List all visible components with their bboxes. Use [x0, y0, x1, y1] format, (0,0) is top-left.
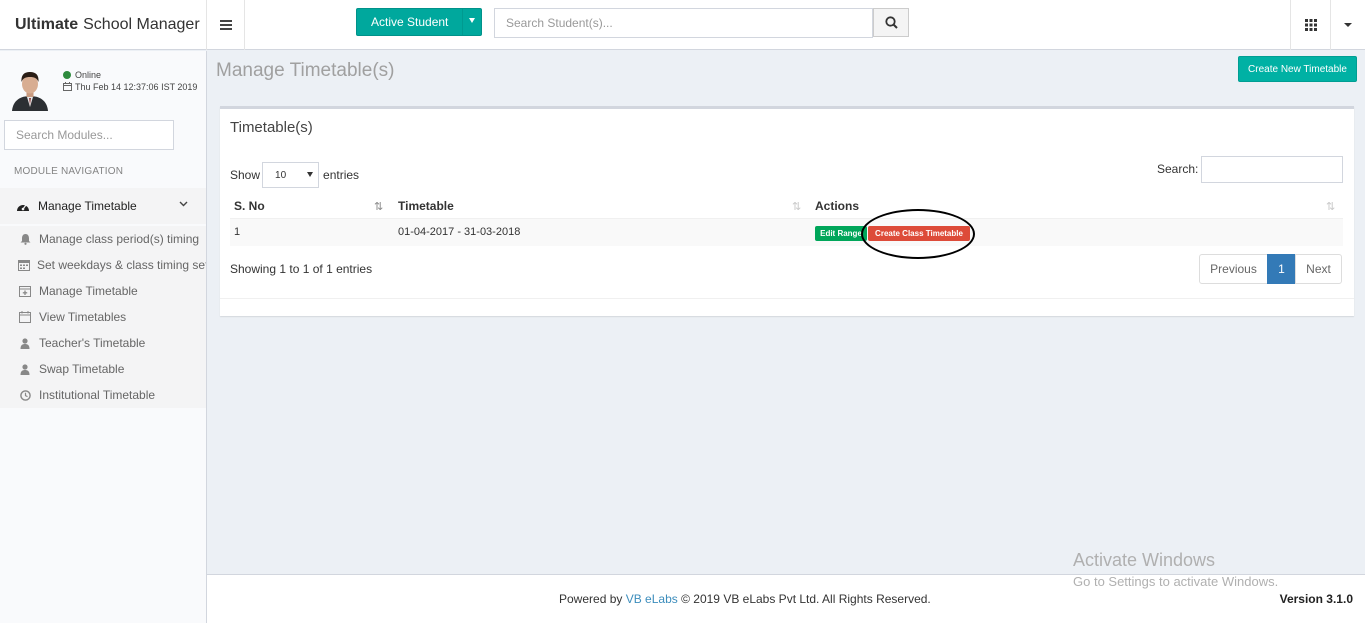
dashboard-icon [16, 200, 30, 212]
hamburger-icon [219, 20, 232, 30]
search-icon [884, 16, 898, 29]
version-label: Version 3.1.0 [1279, 592, 1353, 606]
sidebar-item-label: Set weekdays & class timing sets [37, 258, 206, 272]
company-link[interactable]: VB eLabs [626, 592, 678, 606]
nav-header: MODULE NAVIGATION [14, 166, 124, 177]
sidebar-item-label: Manage class period(s) timing [39, 232, 200, 246]
apps-grid-button[interactable] [1290, 0, 1330, 50]
active-student-dropdown[interactable]: Active Student [356, 8, 482, 36]
top-navbar: Ultimate School Manager Active Student [0, 0, 1365, 50]
powered-by-label: Powered by [559, 592, 623, 606]
pagination-previous[interactable]: Previous [1199, 254, 1268, 284]
table-header: S. No ⇅ Timetable ⇅ Actions ⇅ [230, 194, 1343, 219]
entries-label: entries [323, 168, 360, 182]
activate-windows-watermark: Activate Windows Go to Settings to activ… [1073, 550, 1278, 589]
sidebar-item-manage-timetable[interactable]: Manage Timetable [0, 188, 206, 224]
table-search-input[interactable] [1201, 156, 1343, 183]
brand-rest: School Manager [83, 16, 200, 33]
table-row: 1 01-04-2017 - 31-03-2018 Edit Range Cre… [230, 219, 1343, 246]
sidebar-submenu: Manage class period(s) timing Set weekda… [0, 226, 206, 408]
dropdown-divider [462, 9, 463, 35]
sidebar-item-swap-timetable[interactable]: Swap Timetable [0, 356, 206, 382]
user-icon [18, 363, 32, 375]
bell-icon [18, 233, 32, 245]
entries-length-select[interactable]: 10 [262, 162, 320, 188]
user-menu-dropdown[interactable] [1330, 0, 1365, 50]
calendar-icon [18, 259, 30, 271]
pagination-page-1[interactable]: 1 [1267, 254, 1296, 284]
watermark-line1: Activate Windows [1073, 550, 1216, 570]
column-header-sno[interactable]: S. No [234, 199, 265, 213]
sidebar-item-class-period-timing[interactable]: Manage class period(s) timing [0, 226, 206, 252]
entries-length-control: Show 10 entries [230, 162, 359, 188]
sidebar-item-label: Teacher's Timetable [39, 336, 146, 350]
calendar-plus-icon [18, 285, 32, 297]
active-student-label: Active Student [371, 15, 449, 29]
create-new-timetable-button[interactable]: Create New Timetable [1238, 56, 1357, 82]
module-search-input[interactable] [4, 120, 174, 150]
copyright-text: © 2019 VB eLabs Pvt Ltd. All Rights Rese… [681, 592, 931, 606]
table-search-label: Search: [1157, 162, 1199, 176]
sidebar-item-manage-timetable-sub[interactable]: Manage Timetable [0, 278, 206, 304]
user-status: Online Thu Feb 14 12:37:06 IST 2019 [63, 69, 197, 93]
sidebar-toggle-button[interactable] [207, 0, 245, 50]
brand-logo[interactable]: Ultimate School Manager [0, 0, 207, 50]
clock-icon [18, 389, 32, 401]
caret-down-icon [307, 172, 314, 177]
cell-sno: 1 [234, 226, 241, 238]
sidebar: Online Thu Feb 14 12:37:06 IST 2019 MODU… [0, 51, 207, 623]
user-icon [18, 337, 32, 349]
entries-length-value: 10 [275, 170, 287, 181]
show-label: Show [230, 168, 261, 182]
sidebar-item-institutional-timetable[interactable]: Institutional Timetable [0, 382, 206, 408]
student-search-input[interactable] [494, 8, 873, 38]
sidebar-item-view-timetables[interactable]: View Timetables [0, 304, 206, 330]
caret-down-icon [469, 18, 475, 23]
watermark-line2: Go to Settings to activate Windows. [1073, 574, 1279, 589]
footer-text: Powered by VB eLabs © 2019 VB eLabs Pvt … [559, 592, 931, 606]
calendar-icon [63, 82, 72, 91]
brand-bold: Ultimate [15, 16, 79, 33]
online-dot-icon [63, 71, 71, 79]
column-header-actions[interactable]: Actions [815, 199, 859, 213]
caret-down-icon [1344, 23, 1352, 27]
create-class-timetable-button[interactable]: Create Class Timetable [868, 226, 970, 241]
edit-range-button[interactable]: Edit Range [815, 226, 867, 241]
grid-icon [1304, 19, 1317, 31]
online-status-text: Online [75, 70, 102, 80]
user-panel: Online Thu Feb 14 12:37:06 IST 2019 [10, 69, 200, 113]
sort-icon: ⇅ [792, 201, 802, 213]
sidebar-item-label: Swap Timetable [39, 362, 125, 376]
table-info: Showing 1 to 1 of 1 entries [230, 262, 373, 276]
avatar [10, 69, 50, 111]
box-title: Timetable(s) [230, 119, 313, 136]
column-header-timetable[interactable]: Timetable [398, 199, 454, 213]
sidebar-item-weekdays-timing-sets[interactable]: Set weekdays & class timing sets [0, 252, 206, 278]
current-datetime: Thu Feb 14 12:37:06 IST 2019 [75, 82, 198, 92]
pagination-next[interactable]: Next [1295, 254, 1342, 284]
sort-icon: ⇅ [1326, 201, 1336, 213]
cell-timetable: 01-04-2017 - 31-03-2018 [398, 226, 521, 238]
timetable-box: Timetable(s) Show 10 entries Search: S. … [220, 106, 1354, 316]
sidebar-item-label: View Timetables [39, 310, 127, 324]
calendar-icon [18, 311, 32, 323]
sidebar-item-label: Institutional Timetable [39, 388, 156, 402]
sidebar-parent-label: Manage Timetable [38, 199, 137, 213]
sort-asc-icon: ⇅ [374, 201, 384, 213]
box-footer-divider [220, 298, 1354, 299]
chevron-down-icon [179, 201, 188, 207]
pagination: Previous 1 Next [1199, 254, 1342, 284]
page-title: Manage Timetable(s) [216, 60, 395, 81]
student-search-button[interactable] [873, 8, 909, 37]
sidebar-item-label: Manage Timetable [39, 284, 138, 298]
sidebar-item-teachers-timetable[interactable]: Teacher's Timetable [0, 330, 206, 356]
